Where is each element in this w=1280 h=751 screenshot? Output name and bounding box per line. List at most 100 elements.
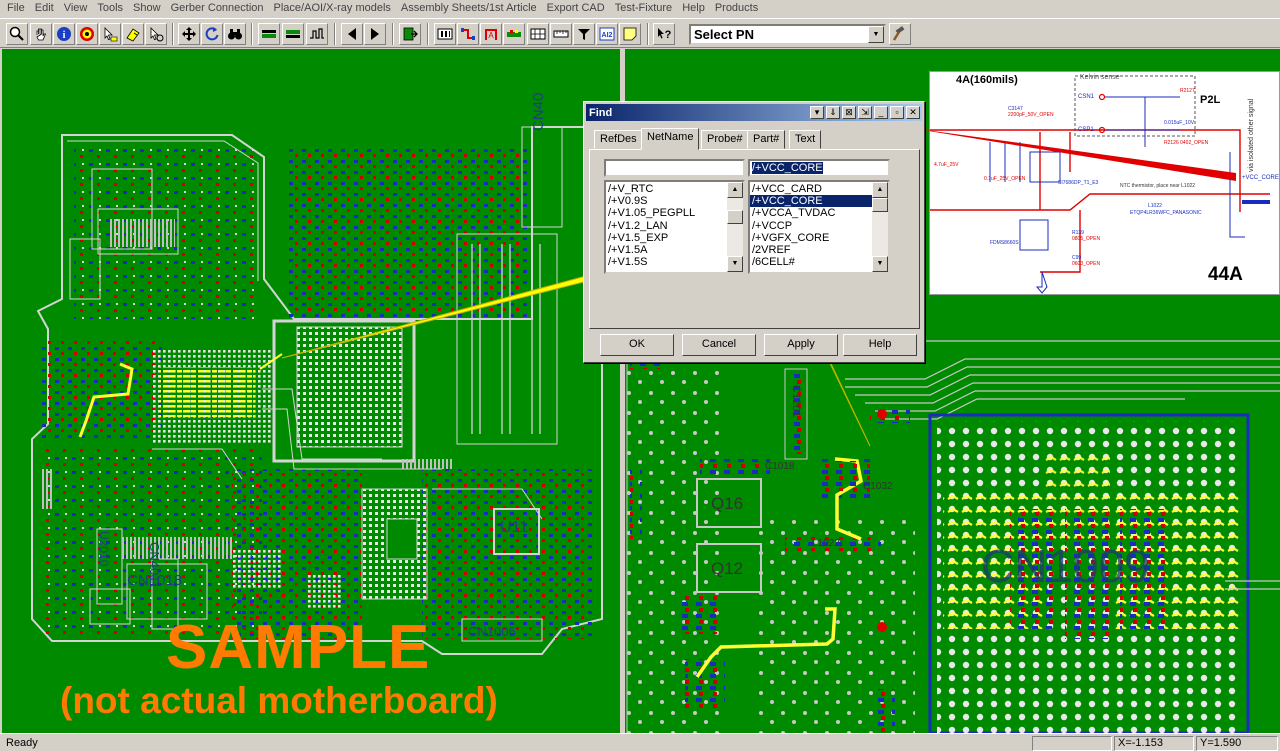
ref-u2010: U2010 xyxy=(97,531,111,567)
grid-small-icon[interactable]: ⊠ xyxy=(842,106,856,119)
tab-part[interactable]: Part# xyxy=(747,130,786,149)
tab-text[interactable]: Text xyxy=(789,130,822,149)
menu-show[interactable]: Show xyxy=(128,0,166,17)
help-button[interactable]: Help xyxy=(843,334,917,356)
menu-edit[interactable]: Edit xyxy=(30,0,59,17)
top-side-icon[interactable] xyxy=(258,23,280,45)
ref-c1032: C1032 xyxy=(863,481,893,492)
left-search-input[interactable] xyxy=(604,159,745,177)
list-item[interactable]: /+V1.5S xyxy=(606,256,727,268)
ok-button[interactable]: OK xyxy=(600,334,674,356)
chevron-down-icon[interactable]: ▼ xyxy=(868,26,884,43)
scroll-thumb[interactable] xyxy=(727,210,743,224)
find-titlebar[interactable]: Find ▾ ⇓ ⊠ ⇲ _ ▫ ✕ xyxy=(586,104,922,121)
status-bar: Ready X=-1.153 Y=1.590 xyxy=(0,733,1280,751)
sample-disclaimer: (not actual motherboard) xyxy=(60,680,498,721)
target-icon[interactable] xyxy=(76,23,98,45)
layers-icon[interactable] xyxy=(306,23,328,45)
menu-help[interactable]: Help xyxy=(677,0,710,17)
right-search-input[interactable]: /+VCC_CORE xyxy=(748,159,890,177)
list-item[interactable]: /+V0.9S xyxy=(606,195,727,207)
right-search-value: /+VCC_CORE xyxy=(752,162,823,174)
menu-gerber-connection[interactable]: Gerber Connection xyxy=(166,0,269,17)
exit-icon[interactable] xyxy=(399,23,421,45)
menu-place-aoi-xray[interactable]: Place/AOI/X-ray models xyxy=(269,0,396,17)
net-icon[interactable] xyxy=(457,23,479,45)
scroll-up-icon[interactable]: ▲ xyxy=(872,182,888,198)
menu-export-cad[interactable]: Export CAD xyxy=(542,0,610,17)
schematic-drawing xyxy=(930,75,1270,294)
list-item[interactable]: /+V_RTC xyxy=(606,183,727,195)
tab-netname[interactable]: NetName xyxy=(641,128,700,150)
find-title: Find xyxy=(589,106,613,119)
right-net-list[interactable]: /+VCC_CARD /+VCC_CORE /+VCCA_TVDAC /+VCC… xyxy=(748,180,890,274)
info-icon[interactable]: i xyxy=(53,23,75,45)
next-icon[interactable] xyxy=(364,23,386,45)
list-item[interactable]: /+VCCA_TVDAC xyxy=(750,207,872,219)
dock-icon[interactable]: ⇲ xyxy=(858,106,872,119)
pick-icon[interactable] xyxy=(145,23,167,45)
scroll-thumb[interactable] xyxy=(872,198,888,212)
highlight-icon[interactable] xyxy=(122,23,144,45)
prev-icon[interactable] xyxy=(341,23,363,45)
menu-products[interactable]: Products xyxy=(710,0,763,17)
pins-icon[interactable] xyxy=(434,23,456,45)
note-icon[interactable] xyxy=(619,23,641,45)
menu-tools[interactable]: Tools xyxy=(92,0,128,17)
status-x-coord: X=-1.153 xyxy=(1114,736,1194,751)
list-item[interactable]: /+VCCP xyxy=(750,220,872,232)
hammer-icon[interactable] xyxy=(889,23,911,45)
minimize-icon[interactable]: _ xyxy=(874,106,888,119)
menu-view[interactable]: View xyxy=(59,0,93,17)
bottom-side-icon[interactable] xyxy=(282,23,304,45)
collapse-icon[interactable]: ⇓ xyxy=(826,106,840,119)
close-icon[interactable]: ✕ xyxy=(906,106,920,119)
help-cursor-icon[interactable]: ? xyxy=(653,23,675,45)
left-net-list[interactable]: /+V_RTC /+V0.9S /+V1.05_PEGPLL /+V1.2_LA… xyxy=(604,180,745,274)
grid-icon[interactable] xyxy=(527,23,549,45)
ruler-icon[interactable] xyxy=(550,23,572,45)
board-view-left[interactable]: CN40 CN4011 CN1018 CN1006 U11 U2010 SAMP… xyxy=(2,49,620,733)
apply-button[interactable]: Apply xyxy=(764,334,838,356)
left-list-scrollbar[interactable]: ▲ ▼ xyxy=(727,182,743,272)
ai2-icon[interactable]: AI2 xyxy=(596,23,618,45)
list-item-selected[interactable]: /+VCC_CORE xyxy=(750,195,872,208)
select-pn-dropdown[interactable]: Select PN ▼ xyxy=(689,24,886,45)
menu-file[interactable]: File xyxy=(2,0,30,17)
trace-icon[interactable]: A xyxy=(480,23,502,45)
menu-test-fixture[interactable]: Test-Fixture xyxy=(610,0,677,17)
schematic-q10: SI7686DP_T1_E3 xyxy=(1058,180,1099,186)
select-arrow-icon[interactable] xyxy=(99,23,121,45)
tab-refdes[interactable]: RefDes xyxy=(594,130,643,149)
schematic-ntc: NTC thermistor, place near L1022 xyxy=(1120,183,1196,189)
app-window: File Edit View Tools Show Gerber Connect… xyxy=(0,0,1280,751)
pin-icon[interactable]: ▾ xyxy=(810,106,824,119)
scroll-down-icon[interactable]: ▼ xyxy=(872,256,888,272)
list-item[interactable]: /+V1.05_PEGPLL xyxy=(606,207,727,219)
list-item[interactable]: /+V1.5A xyxy=(606,244,727,256)
filter-icon[interactable] xyxy=(573,23,595,45)
scroll-up-icon[interactable]: ▲ xyxy=(727,182,743,198)
move-icon[interactable] xyxy=(178,23,200,45)
list-item[interactable]: /+VGFX_CORE xyxy=(750,232,872,244)
schematic-q12: FDMS8660S xyxy=(990,240,1019,246)
menu-assembly-sheets[interactable]: Assembly Sheets/1st Article xyxy=(396,0,542,17)
list-item[interactable]: /+V1.5_EXP xyxy=(606,232,727,244)
zoom-icon[interactable] xyxy=(6,23,28,45)
list-item[interactable]: /+VCC_CARD xyxy=(750,183,872,195)
list-item[interactable]: /+V1.2_LAN xyxy=(606,220,727,232)
schematic-csn: CSN1 xyxy=(1078,94,1095,100)
tab-probe[interactable]: Probe# xyxy=(701,130,749,149)
hand-icon[interactable] xyxy=(30,23,52,45)
comp-icon[interactable] xyxy=(503,23,525,45)
binoculars-icon[interactable] xyxy=(224,23,246,45)
refresh-icon[interactable] xyxy=(201,23,223,45)
right-list-scrollbar[interactable]: ▲ ▼ xyxy=(872,182,888,272)
cancel-button[interactable]: Cancel xyxy=(682,334,756,356)
restore-icon[interactable]: ▫ xyxy=(890,106,904,119)
list-item[interactable]: /2VREF xyxy=(750,244,872,256)
svg-text:i: i xyxy=(63,30,66,41)
scroll-down-icon[interactable]: ▼ xyxy=(727,256,743,272)
toolbar: i A AI2 ? xyxy=(0,18,1280,48)
list-item[interactable]: /6CELL# xyxy=(750,256,872,268)
